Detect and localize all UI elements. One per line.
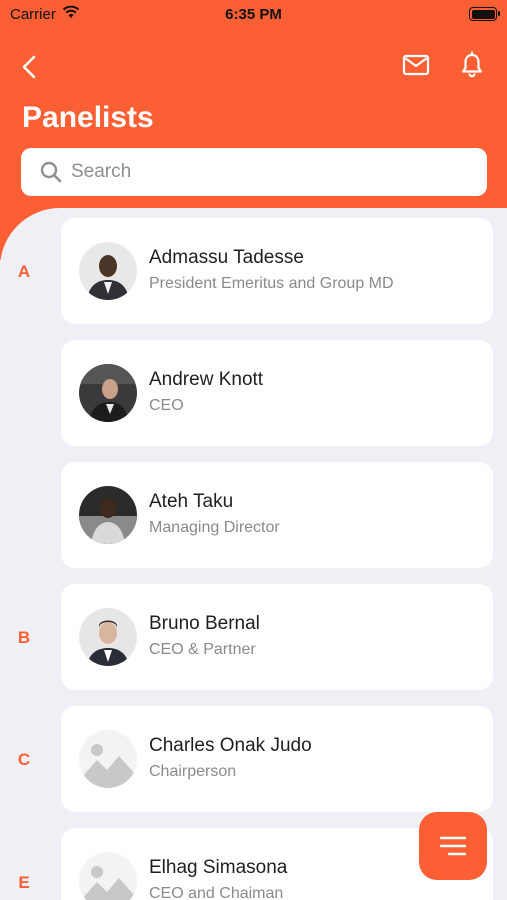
panelist-role: Chairperson bbox=[149, 763, 237, 780]
menu-icon bbox=[439, 836, 467, 856]
avatar bbox=[79, 852, 137, 900]
page-title: Panelists bbox=[22, 101, 154, 134]
panelist-card[interactable]: Charles Onak Judo Chairperson bbox=[61, 706, 493, 812]
panelist-role: CEO & Partner bbox=[149, 641, 256, 658]
search-icon bbox=[40, 161, 62, 183]
chevron-left-icon bbox=[22, 55, 36, 79]
section-letter-c: C bbox=[17, 750, 31, 769]
avatar bbox=[79, 242, 137, 300]
avatar bbox=[79, 608, 137, 666]
battery-icon bbox=[469, 7, 500, 21]
avatar bbox=[79, 364, 137, 422]
placeholder-image-icon bbox=[79, 730, 137, 788]
notifications-button[interactable] bbox=[457, 50, 487, 80]
section-letter-b: B bbox=[17, 628, 31, 647]
panelist-card[interactable]: Bruno Bernal CEO & Partner bbox=[61, 584, 493, 690]
panelist-role: President Emeritus and Group MD bbox=[149, 275, 394, 292]
search-bar[interactable] bbox=[21, 148, 487, 196]
messages-button[interactable] bbox=[401, 52, 431, 78]
panelist-card[interactable]: Ateh Taku Managing Director bbox=[61, 462, 493, 568]
menu-fab-button[interactable] bbox=[419, 812, 487, 880]
person-photo-icon bbox=[79, 242, 137, 300]
panelist-name: Charles Onak Judo bbox=[149, 735, 312, 756]
bell-icon bbox=[461, 51, 483, 78]
panelist-card[interactable]: Andrew Knott CEO bbox=[61, 340, 493, 446]
person-photo-icon bbox=[79, 608, 137, 666]
panelist-role: CEO and Chaiman bbox=[149, 885, 284, 900]
back-button[interactable] bbox=[18, 52, 42, 82]
mail-icon bbox=[402, 54, 430, 76]
panelist-name: Andrew Knott bbox=[149, 369, 264, 390]
panelist-name: Admassu Tadesse bbox=[149, 247, 304, 268]
search-input[interactable] bbox=[71, 148, 471, 196]
panelist-name: Bruno Bernal bbox=[149, 613, 260, 634]
panelist-role: CEO bbox=[149, 397, 184, 414]
avatar bbox=[79, 730, 137, 788]
placeholder-image-icon bbox=[79, 852, 137, 900]
panelist-name: Ateh Taku bbox=[149, 491, 234, 512]
panelist-card[interactable]: Admassu Tadesse President Emeritus and G… bbox=[61, 218, 493, 324]
status-bar: Carrier 6:35 PM bbox=[0, 0, 507, 30]
section-letter-e: E bbox=[18, 873, 30, 892]
panelist-role: Managing Director bbox=[149, 519, 280, 536]
person-photo-icon bbox=[79, 486, 137, 544]
panelist-name: Elhag Simasona bbox=[149, 857, 288, 878]
status-time: 6:35 PM bbox=[225, 6, 282, 23]
section-letter-a: A bbox=[17, 262, 31, 281]
panelist-list[interactable]: A B C E Admassu Tadesse President Emerit… bbox=[0, 208, 507, 900]
person-photo-icon bbox=[79, 364, 137, 422]
avatar bbox=[79, 486, 137, 544]
